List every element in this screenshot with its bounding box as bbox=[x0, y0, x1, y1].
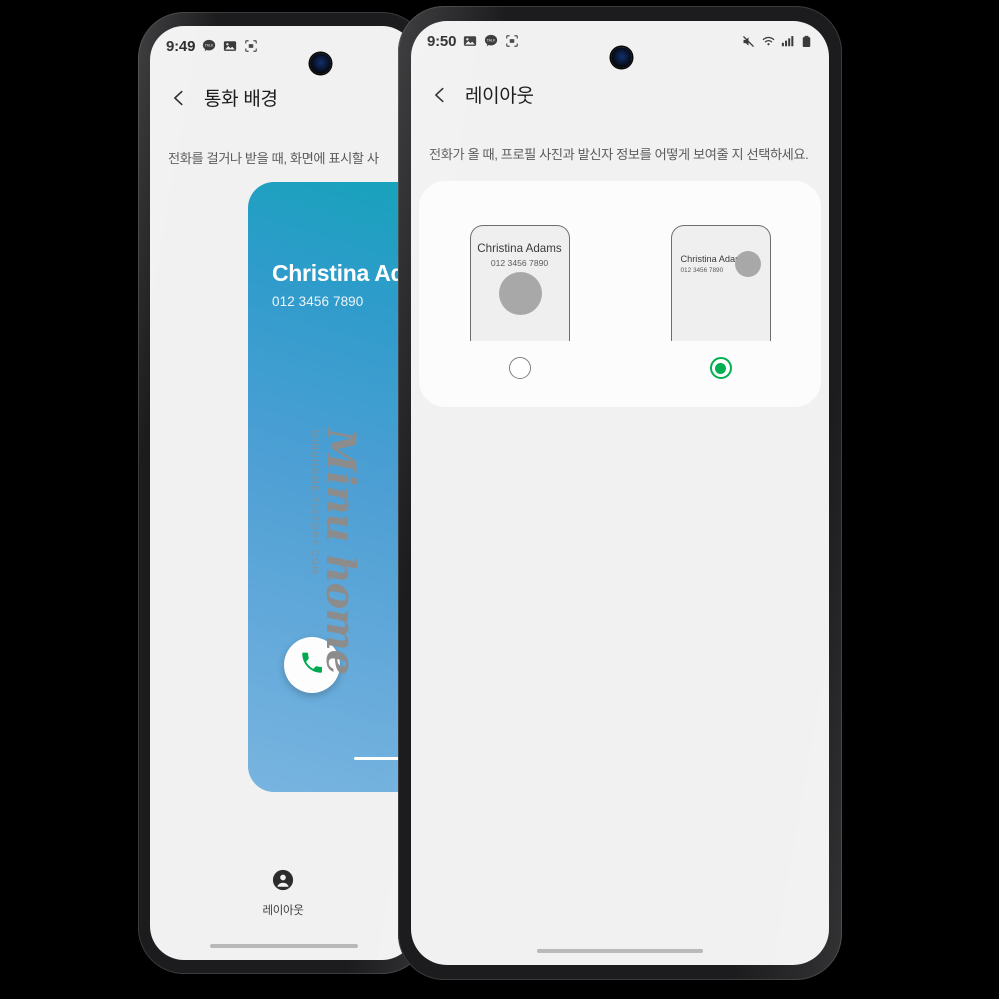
front-camera-punch-hole bbox=[611, 47, 632, 68]
preview-caller-name: Christina Adams bbox=[477, 242, 562, 255]
person-circle-icon bbox=[272, 869, 294, 896]
preview-caller-number: 012 3456 7890 bbox=[680, 267, 724, 274]
preview-caller-number: 012 3456 7890 bbox=[490, 258, 549, 268]
gallery-icon bbox=[223, 39, 237, 53]
mute-icon bbox=[741, 34, 756, 49]
phone-handset-icon bbox=[299, 650, 325, 681]
status-bar-left-icons-right: 9:50 TALK bbox=[427, 33, 519, 50]
screenshot-canvas: 9:49 TALK 통화 배경 전화를 걸거나 받을 때, 화면에 표시할 사 … bbox=[0, 0, 999, 999]
page-description-right: 전화가 올 때, 프로필 사진과 발신자 정보를 어떻게 보여줄 지 선택하세요… bbox=[429, 147, 809, 162]
screen-left: 9:49 TALK 통화 배경 전화를 걸거나 받을 때, 화면에 표시할 사 … bbox=[150, 26, 416, 960]
home-indicator-right[interactable] bbox=[537, 949, 703, 953]
layout-option-compact[interactable]: Christina Adams 012 3456 7890 bbox=[661, 225, 781, 379]
kakaotalk-icon: TALK bbox=[484, 34, 498, 48]
signal-icon bbox=[781, 34, 795, 48]
status-time: 9:50 bbox=[427, 32, 457, 50]
wifi-icon bbox=[761, 34, 776, 49]
app-bar-right: 레이아웃 bbox=[411, 81, 829, 108]
svg-text:TALK: TALK bbox=[487, 39, 496, 43]
status-bar-left-icons: 9:49 TALK bbox=[166, 38, 258, 55]
page-description-left: 전화를 걸거나 받을 때, 화면에 표시할 사 bbox=[168, 151, 379, 166]
layout-preview-full-screen[interactable]: Christina Adams 012 3456 7890 bbox=[469, 225, 570, 341]
preview-caller-number: 012 3456 7890 bbox=[272, 294, 364, 309]
back-chevron-icon[interactable] bbox=[168, 87, 190, 109]
screen-capture-icon bbox=[244, 39, 258, 53]
svg-text:TALK: TALK bbox=[205, 44, 214, 48]
gallery-icon bbox=[463, 34, 477, 48]
radio-compact[interactable] bbox=[709, 357, 732, 379]
front-camera-punch-hole bbox=[310, 53, 331, 74]
layout-preview-compact[interactable]: Christina Adams 012 3456 7890 bbox=[670, 225, 771, 341]
bottom-nav-layout[interactable]: 레이아웃 bbox=[150, 869, 416, 918]
call-background-preview[interactable]: Christina Ada 012 3456 7890 bbox=[248, 182, 416, 792]
status-time: 9:49 bbox=[166, 37, 196, 55]
layout-options-panel: Christina Adams 012 3456 7890 Christina … bbox=[419, 181, 821, 407]
answer-call-button[interactable] bbox=[284, 637, 340, 693]
bottom-nav-label: 레이아웃 bbox=[262, 905, 304, 917]
preview-caller-name: Christina Ada bbox=[272, 260, 416, 286]
phone-device-left: 9:49 TALK 통화 배경 전화를 걸거나 받을 때, 화면에 표시할 사 … bbox=[138, 12, 428, 974]
app-bar-left: 통화 배경 bbox=[150, 84, 416, 111]
back-chevron-icon[interactable] bbox=[429, 84, 451, 106]
preview-avatar bbox=[498, 272, 542, 315]
phone-device-right: 9:50 TALK 레이아웃 전화가 올 때, 프로필 사진과 발신자 정보를 … bbox=[398, 6, 842, 980]
page-title: 레이아웃 bbox=[465, 86, 534, 107]
preview-avatar bbox=[734, 251, 761, 277]
status-bar-left: 9:49 TALK bbox=[150, 26, 416, 66]
screen-capture-icon bbox=[505, 34, 519, 48]
radio-full-screen[interactable] bbox=[508, 357, 531, 379]
kakaotalk-icon: TALK bbox=[202, 39, 216, 53]
layout-option-full-screen[interactable]: Christina Adams 012 3456 7890 bbox=[460, 225, 580, 379]
screen-right: 9:50 TALK 레이아웃 전화가 올 때, 프로필 사진과 발신자 정보를 … bbox=[411, 21, 829, 965]
home-indicator-left[interactable] bbox=[210, 944, 358, 948]
battery-icon bbox=[800, 35, 813, 48]
status-bar-right-icons bbox=[741, 34, 813, 49]
layout-options-row: Christina Adams 012 3456 7890 Christina … bbox=[419, 181, 821, 407]
page-title: 통화 배경 bbox=[204, 89, 278, 110]
